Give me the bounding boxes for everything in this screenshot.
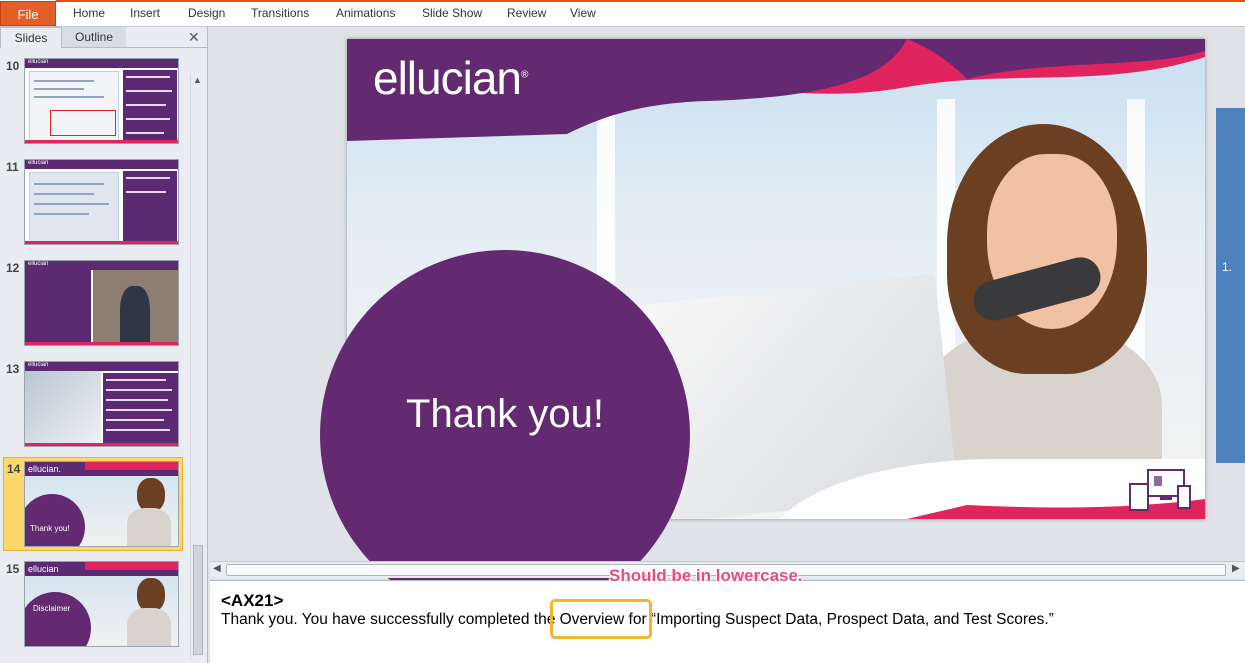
slide-preview: ellucian — [24, 159, 179, 245]
slide-number: 14 — [7, 462, 21, 476]
slide-number: 10 — [6, 59, 20, 73]
slide-number: 15 — [6, 562, 20, 576]
thumb-logo: ellucian. — [28, 464, 62, 474]
slide-heading[interactable]: Thank you! — [320, 392, 690, 437]
scrollbar-thumb[interactable] — [193, 545, 203, 655]
tab-transitions[interactable]: Transitions — [251, 6, 309, 20]
tab-animations[interactable]: Animations — [336, 6, 395, 20]
highlight-box — [550, 599, 652, 639]
slide-thumbnail-13[interactable]: 13 ellucian — [0, 358, 200, 453]
tab-view[interactable]: View — [570, 6, 596, 20]
next-slide-preview[interactable]: 1. — [1216, 108, 1245, 463]
close-icon[interactable]: ✕ — [188, 29, 200, 46]
slide-number: 13 — [6, 362, 20, 376]
slide-preview: ellucian Disclaimer — [24, 561, 179, 647]
thumb-logo: ellucian — [28, 564, 59, 574]
tab-design[interactable]: Design — [188, 6, 225, 20]
tab-home[interactable]: Home — [73, 6, 105, 20]
slide-number: 11 — [6, 160, 19, 174]
ellucian-logo: ellucian® — [373, 52, 528, 104]
review-callout: Should be in lowercase. — [609, 566, 803, 585]
thumb-logo: ellucian — [28, 261, 49, 267]
slide-thumbnail-15[interactable]: 15 ellucian Disclaimer — [0, 558, 200, 653]
panel-scrollbar[interactable]: ▲ — [190, 75, 204, 659]
slide-thumbnail-12[interactable]: 12 ellucian — [0, 257, 200, 352]
slide-preview: ellucian — [24, 58, 179, 144]
panel-divider — [126, 47, 207, 48]
tab-insert[interactable]: Insert — [130, 6, 160, 20]
thumb-caption: Disclaimer — [33, 604, 71, 613]
devices-icon — [1129, 469, 1191, 511]
slide-thumbnail-14[interactable]: 14 ellucian. Thank you! — [3, 457, 183, 551]
slide-thumbnail-11[interactable]: 11 ellucian — [0, 156, 200, 251]
tab-slides[interactable]: Slides — [0, 27, 62, 48]
tab-slide-show[interactable]: Slide Show — [422, 6, 482, 20]
slide-number: 12 — [6, 261, 20, 275]
scroll-left-icon[interactable]: ◀ — [213, 563, 221, 574]
slide-preview: ellucian — [24, 260, 179, 346]
notes-pane[interactable]: <AX21> Thank you. You have successfully … — [210, 580, 1245, 663]
scroll-up-icon[interactable]: ▲ — [193, 75, 202, 85]
slide-preview: ellucian. Thank you! — [24, 461, 179, 547]
thumb-caption: Thank you! — [30, 524, 70, 533]
thumb-logo: ellucian — [28, 362, 49, 368]
ribbon-tabs: File Home Insert Design Transitions Anim… — [0, 0, 1245, 27]
file-tab[interactable]: File — [0, 1, 56, 26]
slides-panel: Slides Outline ✕ 10 ellucian 11 ellucian… — [0, 27, 208, 663]
slide-preview: ellucian — [24, 361, 179, 447]
next-slide-number: 1. — [1222, 260, 1233, 274]
tab-review[interactable]: Review — [507, 6, 546, 20]
tab-outline[interactable]: Outline — [62, 27, 126, 48]
thumb-logo: ellucian — [28, 59, 49, 65]
scroll-right-icon[interactable]: ▶ — [1232, 563, 1240, 574]
slide-thumbnail-10[interactable]: 10 ellucian — [0, 55, 200, 150]
thumb-logo: ellucian — [28, 160, 49, 166]
notes-code: <AX21> — [221, 591, 284, 610]
